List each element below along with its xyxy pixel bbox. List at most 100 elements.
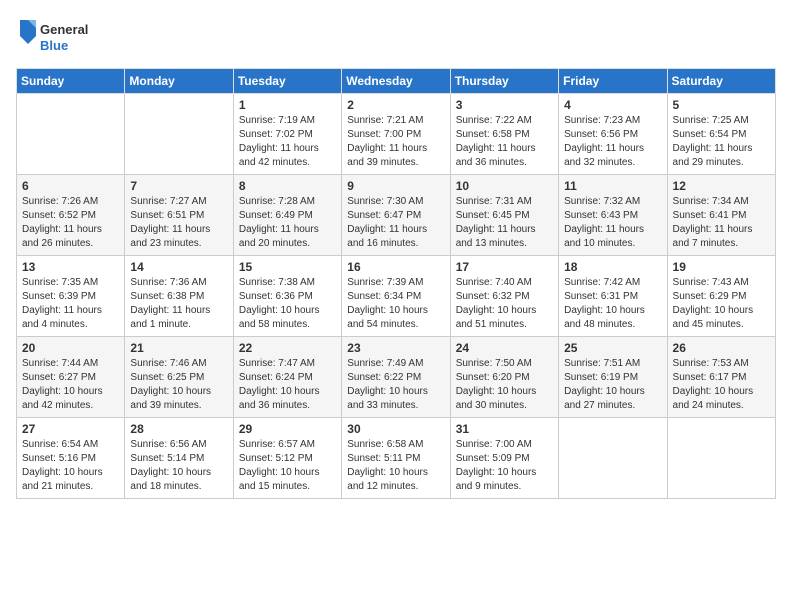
calendar-cell: 4 Sunrise: 7:23 AM Sunset: 6:56 PM Daylig… <box>559 94 667 175</box>
calendar-table: SundayMondayTuesdayWednesdayThursdayFrid… <box>16 68 776 499</box>
calendar-cell: 13 Sunrise: 7:35 AM Sunset: 6:39 PM Dayli… <box>17 256 125 337</box>
day-info: Sunrise: 7:31 AM Sunset: 6:45 PM Dayligh… <box>456 195 553 251</box>
day-info: Sunrise: 7:19 AM Sunset: 7:02 PM Dayligh… <box>239 114 336 170</box>
day-number: 28 <box>130 422 227 436</box>
day-number: 19 <box>673 260 770 274</box>
calendar-cell: 27Sunrise: 6:54 AM Sunset: 5:16 PM Dayli… <box>17 418 125 499</box>
day-number: 31 <box>456 422 553 436</box>
day-info: Sunrise: 6:56 AM Sunset: 5:14 PM Dayligh… <box>130 438 227 494</box>
week-row-2: 6 Sunrise: 7:26 AM Sunset: 6:52 PM Daylig… <box>17 175 776 256</box>
calendar-cell: 20 Sunrise: 7:44 AM Sunset: 6:27 PM Dayli… <box>17 337 125 418</box>
day-number: 10 <box>456 179 553 193</box>
day-info: Sunrise: 7:50 AM Sunset: 6:20 PM Dayligh… <box>456 357 553 413</box>
day-info: Sunrise: 7:34 AM Sunset: 6:41 PM Dayligh… <box>673 195 770 251</box>
calendar-cell <box>667 418 775 499</box>
calendar-cell: 12 Sunrise: 7:34 AM Sunset: 6:41 PM Dayli… <box>667 175 775 256</box>
day-info: Sunrise: 7:38 AM Sunset: 6:36 PM Dayligh… <box>239 276 336 332</box>
calendar-cell: 7 Sunrise: 7:27 AM Sunset: 6:51 PM Daylig… <box>125 175 233 256</box>
day-number: 20 <box>22 341 119 355</box>
day-info: Sunrise: 7:28 AM Sunset: 6:49 PM Dayligh… <box>239 195 336 251</box>
calendar-cell <box>125 94 233 175</box>
day-number: 26 <box>673 341 770 355</box>
calendar-cell: 11Sunrise: 7:32 AM Sunset: 6:43 PM Dayli… <box>559 175 667 256</box>
calendar-cell <box>559 418 667 499</box>
calendar-cell: 24 Sunrise: 7:50 AM Sunset: 6:20 PM Dayli… <box>450 337 558 418</box>
col-header-wednesday: Wednesday <box>342 69 450 94</box>
day-info: Sunrise: 6:58 AM Sunset: 5:11 PM Dayligh… <box>347 438 444 494</box>
calendar-cell: 19 Sunrise: 7:43 AM Sunset: 6:29 PM Dayli… <box>667 256 775 337</box>
calendar-cell: 2 Sunrise: 7:21 AM Sunset: 7:00 PM Daylig… <box>342 94 450 175</box>
calendar-cell <box>17 94 125 175</box>
day-number: 8 <box>239 179 336 193</box>
calendar-cell: 14 Sunrise: 7:36 AM Sunset: 6:38 PM Dayli… <box>125 256 233 337</box>
day-number: 12 <box>673 179 770 193</box>
calendar-cell: 10 Sunrise: 7:31 AM Sunset: 6:45 PM Dayli… <box>450 175 558 256</box>
day-number: 25 <box>564 341 661 355</box>
day-info: Sunrise: 7:46 AM Sunset: 6:25 PM Dayligh… <box>130 357 227 413</box>
calendar-cell: 16Sunrise: 7:39 AM Sunset: 6:34 PM Dayli… <box>342 256 450 337</box>
day-info: Sunrise: 6:54 AM Sunset: 5:16 PM Dayligh… <box>22 438 119 494</box>
calendar-cell: 22 Sunrise: 7:47 AM Sunset: 6:24 PM Dayli… <box>233 337 341 418</box>
calendar-cell: 26 Sunrise: 7:53 AM Sunset: 6:17 PM Dayli… <box>667 337 775 418</box>
logo-text-block: General Blue <box>16 16 106 56</box>
col-header-saturday: Saturday <box>667 69 775 94</box>
calendar-cell: 28 Sunrise: 6:56 AM Sunset: 5:14 PM Dayli… <box>125 418 233 499</box>
col-header-monday: Monday <box>125 69 233 94</box>
day-number: 6 <box>22 179 119 193</box>
day-number: 2 <box>347 98 444 112</box>
day-info: Sunrise: 6:57 AM Sunset: 5:12 PM Dayligh… <box>239 438 336 494</box>
day-number: 5 <box>673 98 770 112</box>
day-number: 30 <box>347 422 444 436</box>
day-info: Sunrise: 7:53 AM Sunset: 6:17 PM Dayligh… <box>673 357 770 413</box>
svg-text:Blue: Blue <box>40 38 68 53</box>
col-header-friday: Friday <box>559 69 667 94</box>
svg-text:General: General <box>40 22 88 37</box>
calendar-cell: 18Sunrise: 7:42 AM Sunset: 6:31 PM Dayli… <box>559 256 667 337</box>
col-header-tuesday: Tuesday <box>233 69 341 94</box>
day-info: Sunrise: 7:44 AM Sunset: 6:27 PM Dayligh… <box>22 357 119 413</box>
day-number: 4 <box>564 98 661 112</box>
week-row-5: 27Sunrise: 6:54 AM Sunset: 5:16 PM Dayli… <box>17 418 776 499</box>
day-info: Sunrise: 7:49 AM Sunset: 6:22 PM Dayligh… <box>347 357 444 413</box>
day-number: 16 <box>347 260 444 274</box>
day-number: 15 <box>239 260 336 274</box>
day-info: Sunrise: 7:26 AM Sunset: 6:52 PM Dayligh… <box>22 195 119 251</box>
calendar-cell: 15 Sunrise: 7:38 AM Sunset: 6:36 PM Dayli… <box>233 256 341 337</box>
logo-svg: General Blue <box>16 16 106 56</box>
day-number: 9 <box>347 179 444 193</box>
calendar-cell: 23 Sunrise: 7:49 AM Sunset: 6:22 PM Dayli… <box>342 337 450 418</box>
day-info: Sunrise: 7:40 AM Sunset: 6:32 PM Dayligh… <box>456 276 553 332</box>
day-info: Sunrise: 7:43 AM Sunset: 6:29 PM Dayligh… <box>673 276 770 332</box>
day-number: 24 <box>456 341 553 355</box>
day-info: Sunrise: 7:21 AM Sunset: 7:00 PM Dayligh… <box>347 114 444 170</box>
col-header-thursday: Thursday <box>450 69 558 94</box>
logo: General Blue <box>16 16 106 56</box>
day-info: Sunrise: 7:00 AM Sunset: 5:09 PM Dayligh… <box>456 438 553 494</box>
day-number: 11 <box>564 179 661 193</box>
day-info: Sunrise: 7:27 AM Sunset: 6:51 PM Dayligh… <box>130 195 227 251</box>
calendar-cell: 3 Sunrise: 7:22 AM Sunset: 6:58 PM Daylig… <box>450 94 558 175</box>
day-info: Sunrise: 7:42 AM Sunset: 6:31 PM Dayligh… <box>564 276 661 332</box>
calendar-cell: 17 Sunrise: 7:40 AM Sunset: 6:32 PM Dayli… <box>450 256 558 337</box>
day-number: 14 <box>130 260 227 274</box>
day-number: 3 <box>456 98 553 112</box>
week-row-1: 1Sunrise: 7:19 AM Sunset: 7:02 PM Daylig… <box>17 94 776 175</box>
day-number: 17 <box>456 260 553 274</box>
day-number: 7 <box>130 179 227 193</box>
week-row-3: 13 Sunrise: 7:35 AM Sunset: 6:39 PM Dayli… <box>17 256 776 337</box>
day-number: 21 <box>130 341 227 355</box>
day-number: 23 <box>347 341 444 355</box>
calendar-cell: 9Sunrise: 7:30 AM Sunset: 6:47 PM Daylig… <box>342 175 450 256</box>
day-info: Sunrise: 7:36 AM Sunset: 6:38 PM Dayligh… <box>130 276 227 332</box>
calendar-cell: 21 Sunrise: 7:46 AM Sunset: 6:25 PM Dayli… <box>125 337 233 418</box>
col-header-sunday: Sunday <box>17 69 125 94</box>
day-info: Sunrise: 7:47 AM Sunset: 6:24 PM Dayligh… <box>239 357 336 413</box>
day-info: Sunrise: 7:25 AM Sunset: 6:54 PM Dayligh… <box>673 114 770 170</box>
day-info: Sunrise: 7:23 AM Sunset: 6:56 PM Dayligh… <box>564 114 661 170</box>
calendar-cell: 29Sunrise: 6:57 AM Sunset: 5:12 PM Dayli… <box>233 418 341 499</box>
calendar-cell: 30 Sunrise: 6:58 AM Sunset: 5:11 PM Dayli… <box>342 418 450 499</box>
day-number: 22 <box>239 341 336 355</box>
day-info: Sunrise: 7:22 AM Sunset: 6:58 PM Dayligh… <box>456 114 553 170</box>
day-info: Sunrise: 7:35 AM Sunset: 6:39 PM Dayligh… <box>22 276 119 332</box>
day-number: 13 <box>22 260 119 274</box>
